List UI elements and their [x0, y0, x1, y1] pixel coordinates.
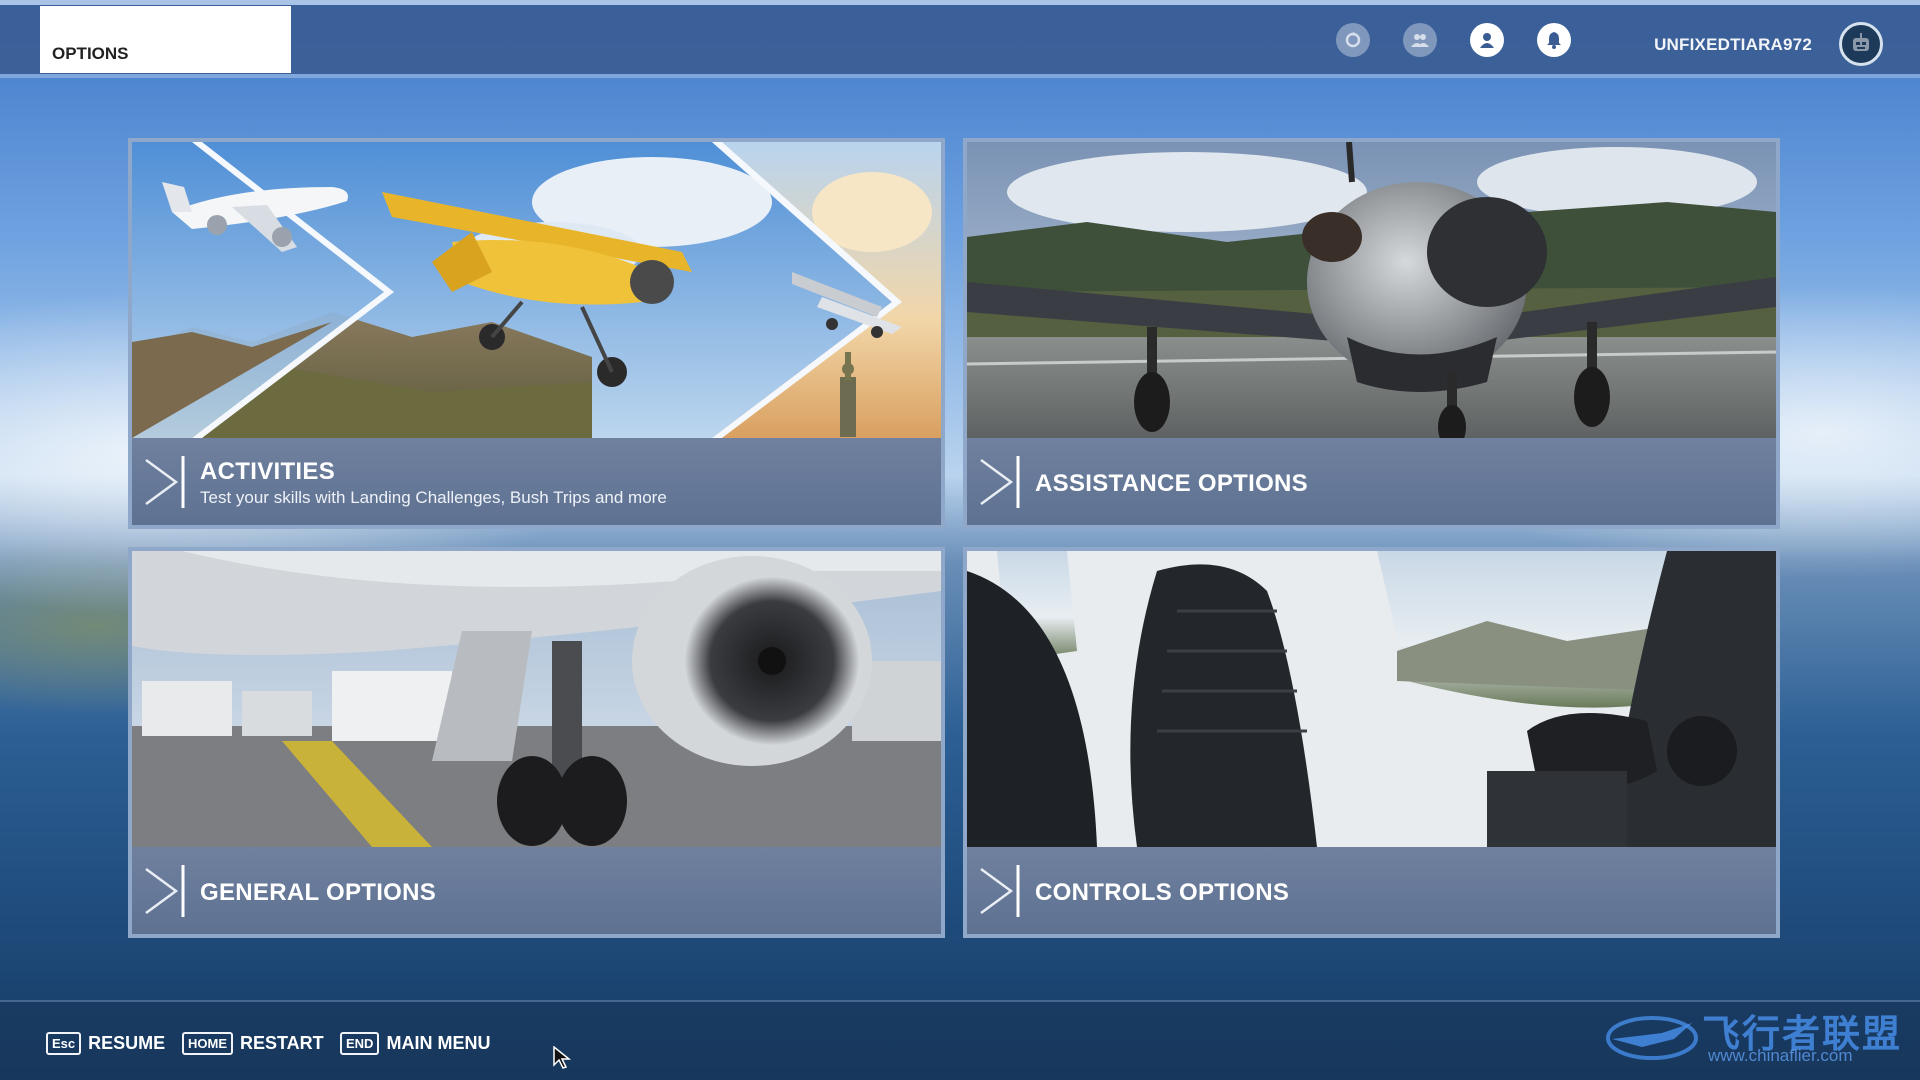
key-esc: Esc — [46, 1032, 82, 1055]
notification-icon[interactable] — [1537, 23, 1571, 57]
assistance-image — [967, 142, 1776, 438]
card-activities[interactable]: ACTIVITIES Test your skills with Landing… — [128, 138, 945, 529]
profile-icon[interactable] — [1470, 23, 1504, 57]
activities-image — [132, 142, 941, 438]
general-image — [132, 551, 941, 847]
controls-image — [967, 551, 1776, 847]
key-end: END — [340, 1032, 380, 1055]
card-title: GENERAL OPTIONS — [200, 879, 437, 906]
card-subtitle: Test your skills with Landing Challenges… — [200, 488, 667, 507]
refresh-icon[interactable] — [1336, 23, 1370, 57]
card-controls-label[interactable]: CONTROLS OPTIONS — [967, 847, 1776, 934]
chevron-right-icon — [142, 454, 186, 510]
key-home: HOME — [182, 1032, 233, 1055]
hint-label: RESTART — [240, 1033, 324, 1053]
card-controls-options[interactable]: CONTROLS OPTIONS — [963, 547, 1780, 938]
card-assistance-label[interactable]: ASSISTANCE OPTIONS — [967, 438, 1776, 525]
watermark-logo-icon — [1606, 1016, 1698, 1060]
watermark: 飞行者联盟 www.chinaflier.com — [1602, 1003, 1902, 1073]
restart-button[interactable]: HOME RESTART — [182, 1032, 324, 1055]
card-general-label[interactable]: GENERAL OPTIONS — [132, 847, 941, 934]
card-assistance-options[interactable]: ASSISTANCE OPTIONS — [963, 138, 1780, 529]
card-title: CONTROLS OPTIONS — [1035, 879, 1290, 906]
avatar-robot-icon — [1853, 33, 1869, 51]
tab-options[interactable]: OPTIONS — [40, 6, 291, 73]
chevron-right-icon — [977, 863, 1021, 919]
chevron-right-icon — [977, 454, 1021, 510]
card-title: ACTIVITIES — [200, 458, 336, 485]
hint-label: MAIN MENU — [386, 1033, 491, 1053]
chevron-right-icon — [142, 863, 186, 919]
watermark-url: www.chinaflier.com — [1708, 1046, 1853, 1065]
hint-label: RESUME — [88, 1033, 166, 1053]
top-bar: OPTIONS UNFIXEDTIARA972 — [0, 0, 1920, 78]
username[interactable]: UNFIXEDTIARA972 — [1654, 35, 1812, 55]
card-activities-label[interactable]: ACTIVITIES Test your skills with Landing… — [132, 438, 941, 525]
friends-icon[interactable] — [1403, 23, 1437, 57]
main-menu-button[interactable]: END MAIN MENU — [340, 1032, 490, 1055]
card-general-options[interactable]: GENERAL OPTIONS — [128, 547, 945, 938]
resume-button[interactable]: Esc RESUME — [46, 1032, 165, 1055]
card-title: ASSISTANCE OPTIONS — [1035, 470, 1308, 497]
avatar[interactable] — [1839, 22, 1883, 66]
mouse-cursor-icon — [553, 1046, 572, 1069]
